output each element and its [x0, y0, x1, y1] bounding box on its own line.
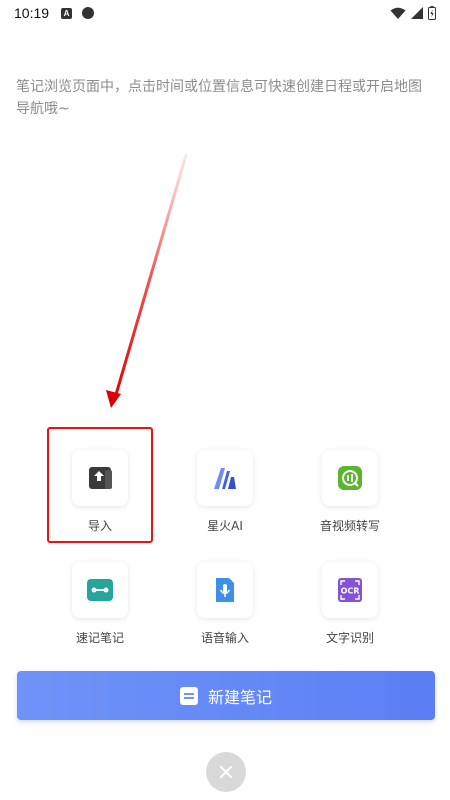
- ocr-badge: OCR: [341, 587, 360, 596]
- hint-text: 笔记浏览页面中，点击时间或位置信息可快速创建日程或开启地图导航哦~: [16, 79, 422, 117]
- note-icon: [179, 686, 198, 705]
- voice-input-icon: [216, 578, 234, 602]
- audio-video-transcribe-tile[interactable]: 音视频转写: [300, 450, 400, 560]
- voice-input-label: 语音输入: [200, 631, 249, 645]
- shorthand-note-icon: [87, 579, 113, 601]
- shorthand-note-tile[interactable]: 速记笔记: [50, 562, 150, 672]
- ocr-icon: OCR: [338, 578, 362, 602]
- spark-ai-tile[interactable]: 星火AI: [175, 450, 275, 560]
- close-icon: [220, 766, 232, 778]
- shorthand-note-icon-box: [72, 562, 128, 618]
- audio-video-transcribe-label: 音视频转写: [319, 519, 380, 533]
- spark-ai-label: 星火AI: [207, 519, 243, 533]
- voice-input-icon-box: [197, 562, 253, 618]
- shorthand-note-label: 速记笔记: [75, 631, 124, 645]
- audio-video-transcribe-icon: [338, 466, 362, 490]
- notification-bomb-icon: [82, 7, 95, 19]
- notification-app-icon: A: [61, 7, 73, 19]
- import-tile[interactable]: 导入: [50, 450, 150, 560]
- import-icon-box: [72, 450, 128, 506]
- import-icon: [89, 467, 112, 489]
- voice-input-tile[interactable]: 语音输入: [175, 562, 275, 672]
- status-time: 10:19: [14, 5, 50, 21]
- close-button[interactable]: [206, 752, 246, 792]
- status-bar: 10:19 A: [0, 0, 450, 26]
- battery-icon: [428, 6, 436, 20]
- new-note-label: 新建笔记: [207, 687, 272, 707]
- ocr-label: 文字识别: [325, 631, 374, 645]
- signal-icon: [411, 6, 423, 19]
- status-indicators: [390, 6, 436, 20]
- spark-ai-icon: [214, 468, 236, 489]
- wifi-icon: [390, 7, 406, 19]
- screen: 10:19 A 笔记浏览页面中，点击时间或位置信息可快速创建日程或开启地图导航哦…: [0, 0, 450, 800]
- audio-video-transcribe-icon-box: [322, 450, 378, 506]
- import-label: 导入: [87, 519, 112, 533]
- ocr-tile[interactable]: OCR 文字识别: [300, 562, 400, 672]
- new-note-button[interactable]: 新建笔记: [17, 671, 435, 720]
- spark-ai-icon-box: [197, 450, 253, 506]
- ocr-icon-box: OCR: [322, 562, 378, 618]
